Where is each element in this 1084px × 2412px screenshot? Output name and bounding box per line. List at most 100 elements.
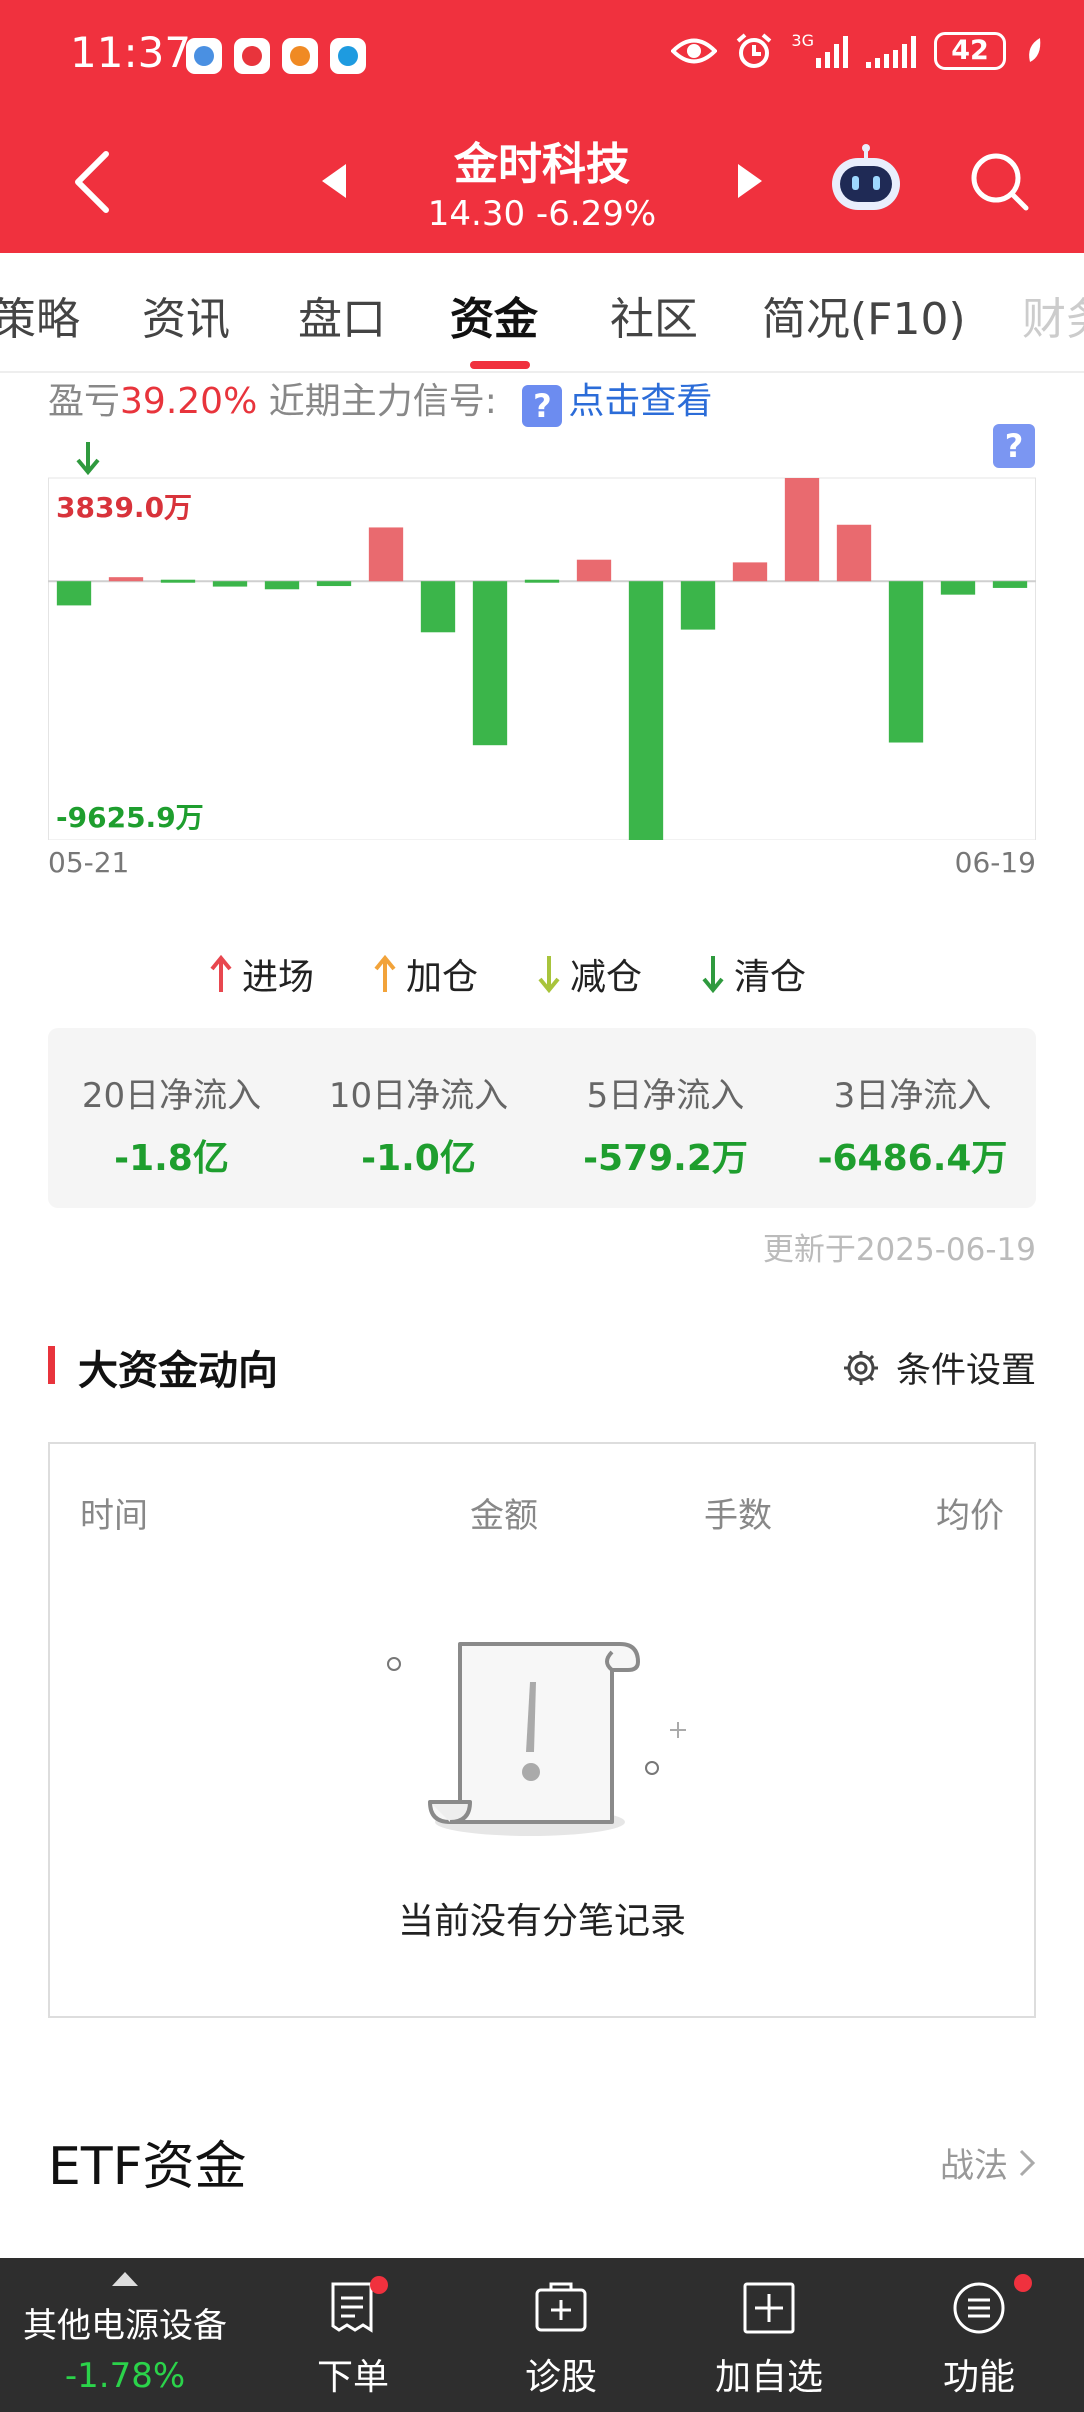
big-money-title: 大资金动向 <box>78 1348 278 1394</box>
flow-label: 20日净流入 <box>81 1076 262 1116</box>
chart-bar <box>784 478 820 582</box>
travel-app-icon <box>282 38 318 74</box>
message-app-icon <box>186 38 222 74</box>
chart-start-date: 05-21 <box>48 846 130 879</box>
col-time: 时间 <box>80 1496 148 1536</box>
search-icon[interactable] <box>968 150 1032 214</box>
status-bar: 11:37 3G 42 <box>0 0 1084 112</box>
legend-label: 进场 <box>242 957 315 998</box>
header-bar: 11:37 3G 42 金时科技 14.30 -6.29% <box>0 0 1084 253</box>
back-icon[interactable] <box>70 150 114 214</box>
tab-news[interactable]: 资讯 <box>142 283 230 347</box>
notification-dot <box>1014 2274 1032 2292</box>
profit-prefix: 盈亏 <box>48 381 121 422</box>
tab-strategy[interactable]: 策略 <box>0 283 80 347</box>
chart-bar <box>212 581 248 587</box>
etf-link-label: 战法 <box>940 2146 1008 2186</box>
next-stock-button[interactable] <box>738 164 762 198</box>
add-watchlist-label: 加自选 <box>714 2357 823 2398</box>
legend-label: 减仓 <box>570 957 643 998</box>
tab-funds[interactable]: 资金 <box>450 283 538 347</box>
profit-value: 39.20% <box>120 381 258 422</box>
status-time: 11:37 <box>70 28 192 77</box>
signal-label: 近期主力信号: <box>268 381 497 422</box>
col-amount: 金额 <box>470 1496 538 1536</box>
tab-community[interactable]: 社区 <box>610 283 698 347</box>
condition-settings-label: 条件设置 <box>895 1351 1036 1391</box>
section-accent <box>48 1346 55 1384</box>
chart-bar <box>680 581 716 630</box>
condition-settings-button[interactable]: 条件设置 <box>842 1342 1036 1393</box>
legend-clear: 清仓 <box>702 948 806 1000</box>
diagnose-icon <box>535 2282 587 2332</box>
chart-canvas <box>48 442 1036 840</box>
net-inflow-summary: 20日净流入 -1.8亿 10日净流入 -1.0亿 5日净流入 -579.2万 … <box>48 1028 1036 1208</box>
tab-profile[interactable]: 简况(F10) <box>762 283 966 347</box>
chart-bar <box>992 581 1028 588</box>
shopping-app-icon <box>234 38 270 74</box>
chart-end-date: 06-19 <box>954 846 1036 879</box>
flow-5d: 5日净流入 -579.2万 <box>542 1068 789 1181</box>
order-label: 下单 <box>316 2357 389 2398</box>
eye-icon <box>671 38 718 64</box>
chart-max-label: 3839.0万 <box>56 491 193 524</box>
big-money-table: 时间 金额 手数 均价 当前没有分笔记录 <box>48 1442 1036 2018</box>
empty-state-text: 当前没有分笔记录 <box>397 1901 686 1942</box>
chart-bar <box>732 562 768 582</box>
flow-10d: 10日净流入 -1.0亿 <box>295 1068 542 1181</box>
chart-bar <box>628 581 664 840</box>
function-menu-button[interactable]: 功能 <box>894 2258 1064 2412</box>
updated-time: 更新于2025-06-19 <box>762 1232 1036 1268</box>
chart-bar <box>108 577 144 582</box>
bottom-toolbar: 其他电源设备 -1.78% 下单 诊股 加自选 功能 <box>0 2258 1084 2412</box>
stock-quote: 14.30 -6.29% <box>427 194 657 234</box>
nav-row: 金时科技 14.30 -6.29% <box>0 112 1084 253</box>
sector-ticker[interactable]: 其他电源设备 -1.78% <box>0 2258 250 2412</box>
robot-assistant-icon[interactable] <box>826 144 906 214</box>
stock-name: 金时科技 <box>454 139 630 190</box>
tab-bar: 策略 资讯 盘口 资金 社区 简况(F10) 财务 <box>0 253 1084 373</box>
tab-orderbook[interactable]: 盘口 <box>298 283 386 347</box>
col-lots: 手数 <box>704 1496 772 1536</box>
chart-bar <box>576 559 612 582</box>
system-icons: 3G 42 <box>671 31 1044 70</box>
battery-icon: 42 <box>934 32 1006 70</box>
menu-icon <box>953 2282 1005 2334</box>
active-tab-indicator <box>470 361 530 369</box>
view-signal-link[interactable]: 点击查看 <box>568 381 712 422</box>
diagnose-button[interactable]: 诊股 <box>476 2258 646 2412</box>
flow-label: 3日净流入 <box>833 1076 992 1116</box>
signal-bars-icon <box>866 34 916 68</box>
etf-strategy-link[interactable]: 战法 <box>940 2138 1036 2187</box>
chart-bar <box>56 581 92 606</box>
notification-icons <box>186 38 366 74</box>
chart-bar <box>316 581 352 587</box>
gear-icon <box>843 1350 878 1385</box>
flow-label: 5日净流入 <box>586 1076 745 1116</box>
flow-label: 10日净流入 <box>328 1076 509 1116</box>
function-label: 功能 <box>942 2357 1015 2398</box>
chart-legend: 进场 加仓 减仓 清仓 <box>210 948 806 1000</box>
chart-bar <box>524 579 560 583</box>
main-force-signal: 盈亏39.20% 近期主力信号: ? 点击查看 <box>48 372 712 427</box>
flow-value: -579.2万 <box>583 1138 748 1179</box>
signal-3g-icon: 3G <box>791 31 848 68</box>
tab-finance[interactable]: 财务 <box>1022 283 1084 347</box>
up-arrow-orange-icon <box>374 954 396 992</box>
chart-frame <box>48 477 1036 840</box>
browser-app-icon <box>330 38 366 74</box>
alarm-icon <box>737 33 772 68</box>
add-watchlist-button[interactable]: 加自选 <box>684 2258 854 2412</box>
order-button[interactable]: 下单 <box>268 2258 438 2412</box>
legend-label: 清仓 <box>734 957 807 998</box>
flow-value: -1.8亿 <box>114 1138 229 1179</box>
legend-enter: 进场 <box>210 948 314 1000</box>
flow-value: -6486.4万 <box>817 1138 1008 1179</box>
empty-record-illustration <box>387 1642 686 1836</box>
help-icon[interactable]: ? <box>522 385 563 427</box>
chart-bar <box>420 581 456 633</box>
up-arrow-red-icon <box>210 954 232 992</box>
notification-dot <box>370 2276 388 2294</box>
flow-value: -1.0亿 <box>361 1138 476 1179</box>
caret-up-icon <box>112 2272 138 2286</box>
